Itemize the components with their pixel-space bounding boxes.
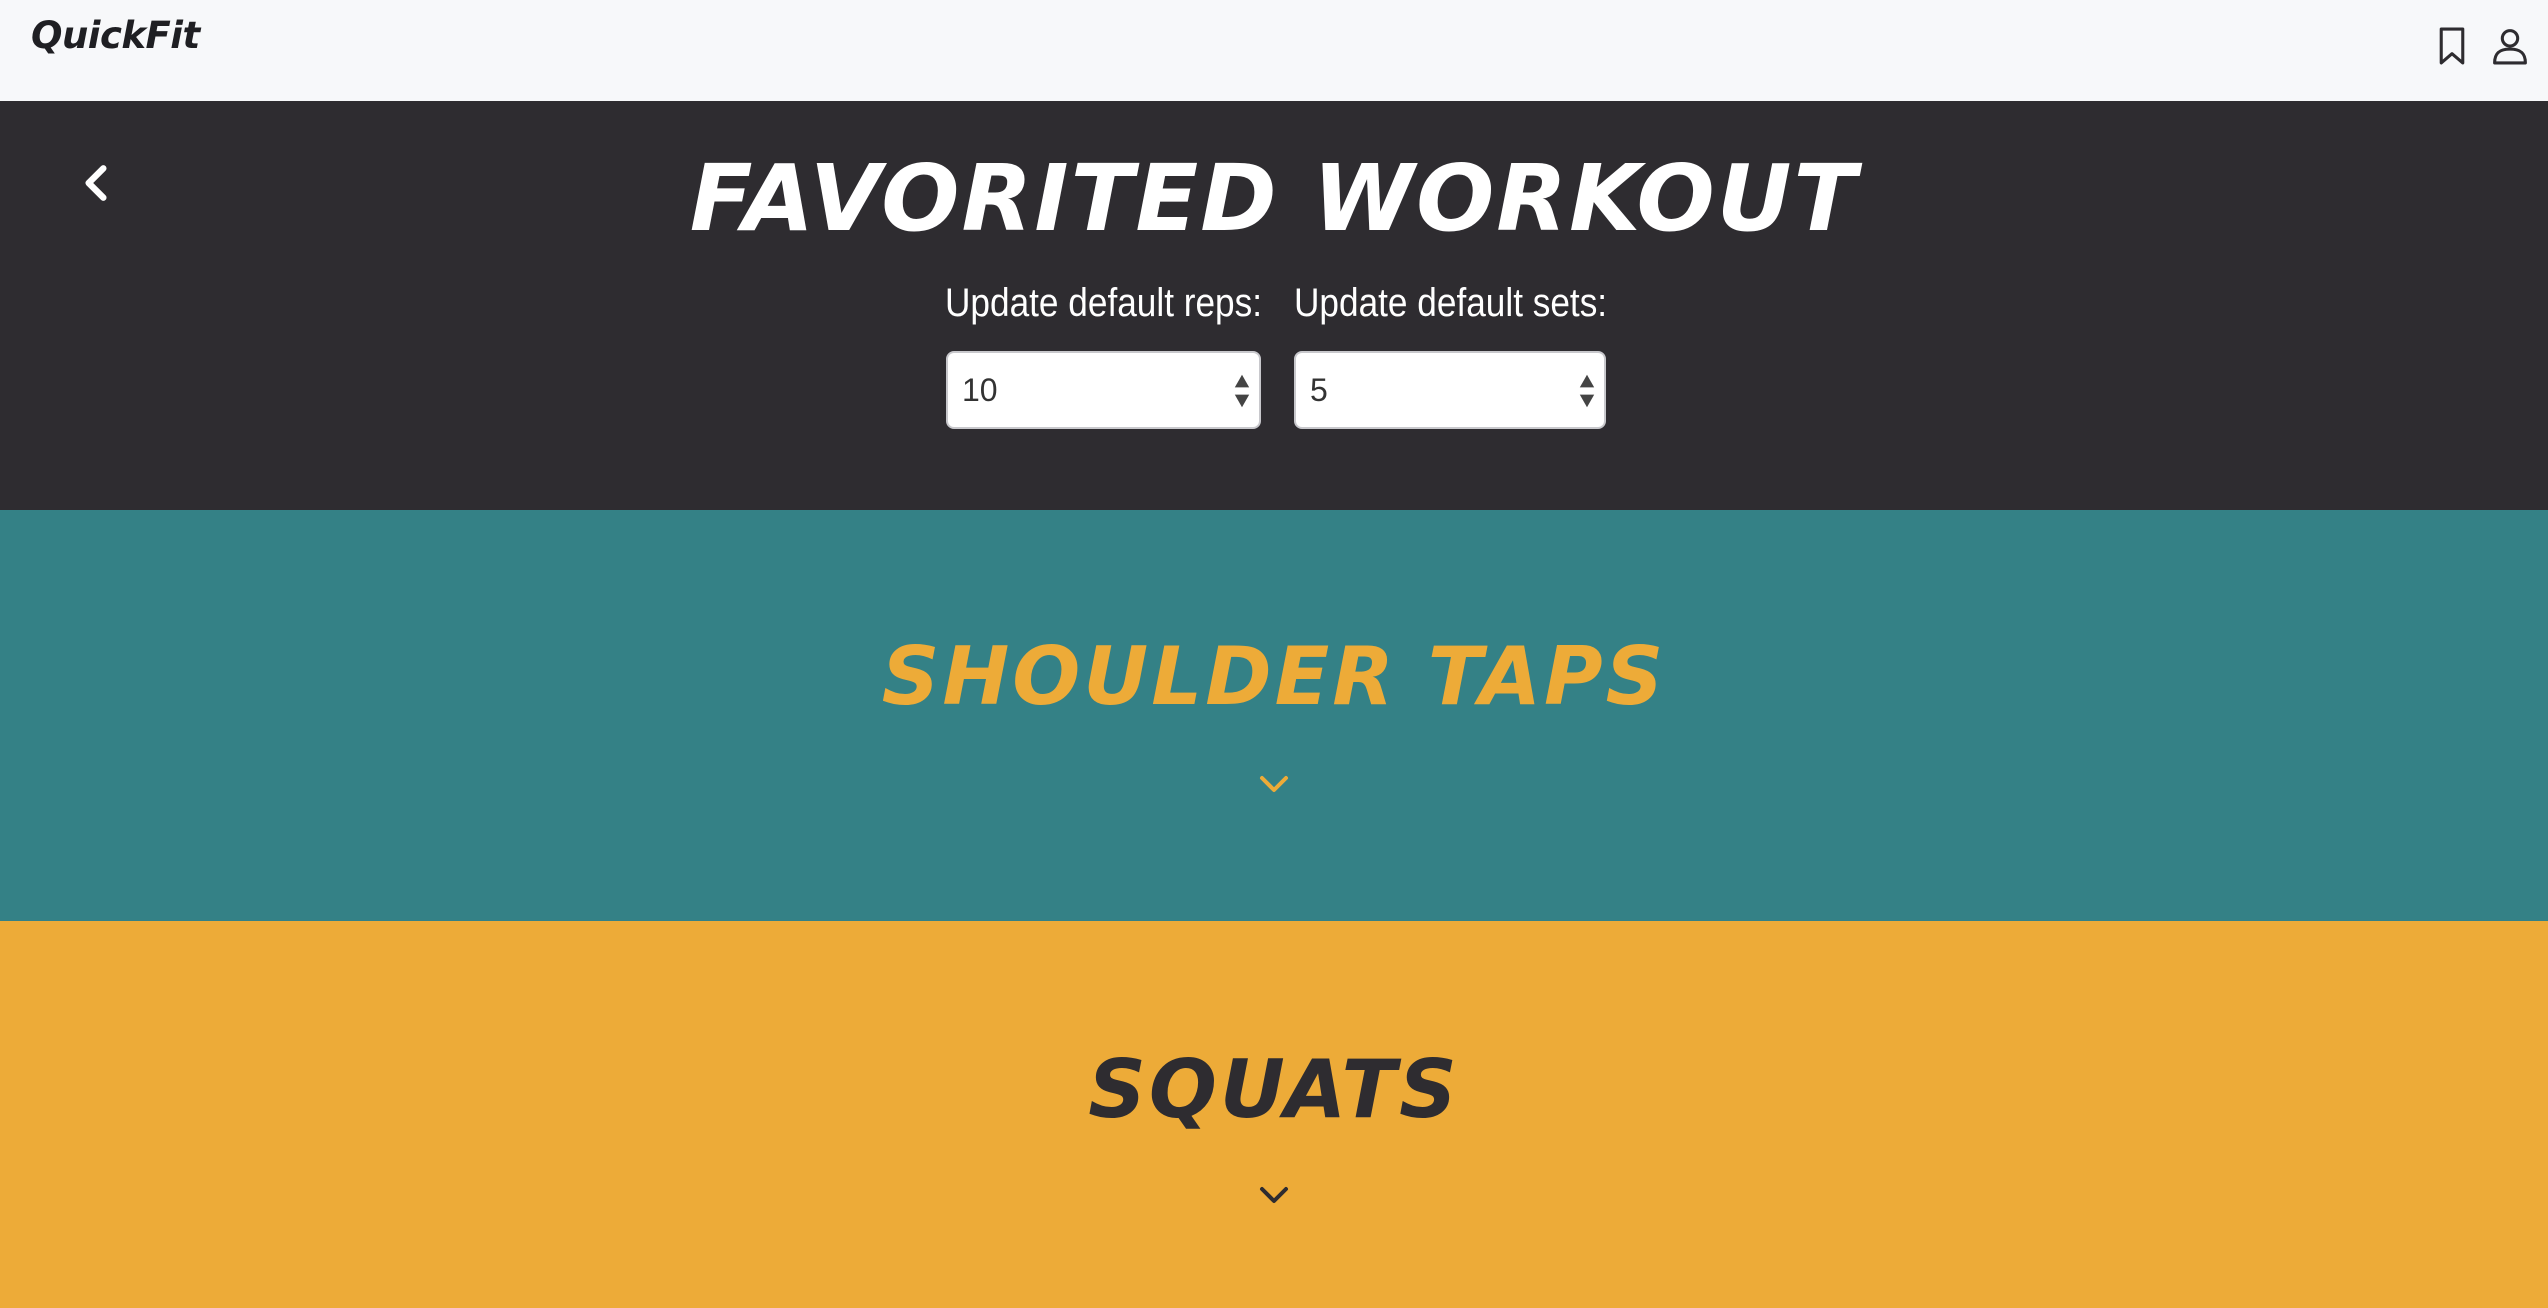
reps-input[interactable]: 10 bbox=[946, 351, 1261, 429]
spinner-icon[interactable] bbox=[1233, 373, 1251, 409]
sets-value: 5 bbox=[1310, 371, 1328, 408]
workout-header: FAVORITED WORKOUT Update default reps: U… bbox=[0, 101, 2548, 510]
navbar: QuickFit bbox=[0, 0, 2548, 101]
brand-logo[interactable]: QuickFit bbox=[31, 14, 200, 57]
sets-label: Update default sets: bbox=[1294, 281, 1608, 325]
page-title: FAVORITED WORKOUT bbox=[689, 145, 1859, 252]
exercise-title: SHOULDER TAPS bbox=[881, 630, 1667, 723]
sets-input[interactable]: 5 bbox=[1294, 351, 1606, 429]
user-icon[interactable] bbox=[2491, 26, 2529, 66]
spinner-icon[interactable] bbox=[1578, 373, 1596, 409]
exercise-section-shoulder-taps[interactable]: SHOULDER TAPS bbox=[0, 510, 2548, 921]
exercise-title: SQUATS bbox=[1088, 1043, 1460, 1136]
chevron-down-icon[interactable] bbox=[1258, 772, 1290, 796]
reps-value: 10 bbox=[962, 371, 998, 408]
chevron-down-icon[interactable] bbox=[1258, 1183, 1290, 1207]
exercise-section-squats[interactable]: SQUATS bbox=[0, 921, 2548, 1308]
bookmark-icon[interactable] bbox=[2433, 26, 2471, 66]
reps-label: Update default reps: bbox=[945, 281, 1263, 325]
